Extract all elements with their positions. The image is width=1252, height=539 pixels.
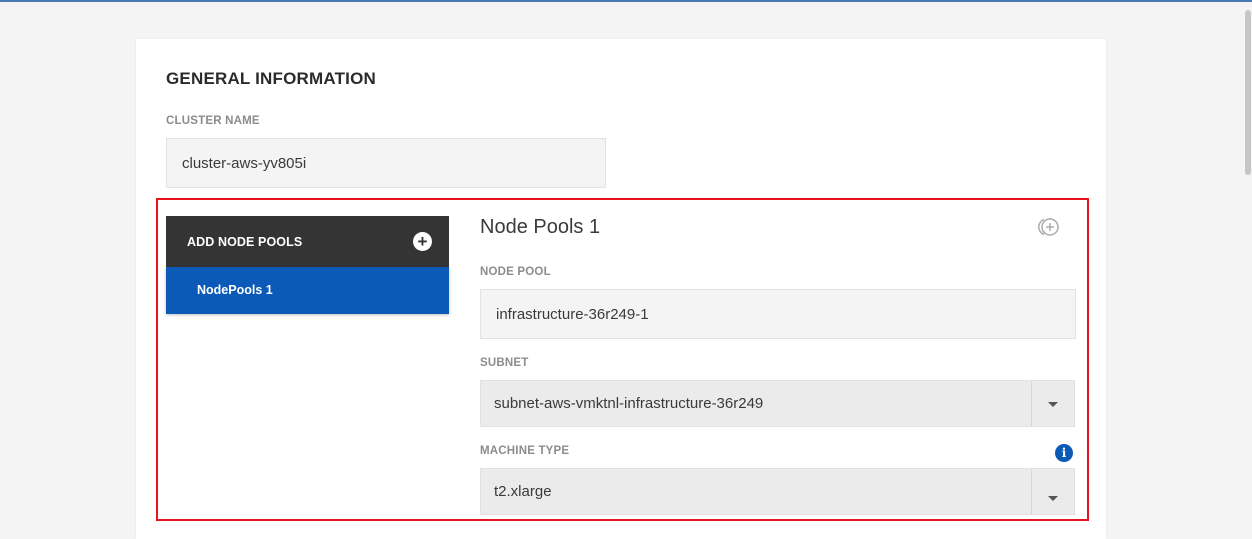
add-circle-outline-icon[interactable] bbox=[1036, 216, 1062, 238]
machine-type-label: MACHINE TYPE bbox=[480, 445, 570, 457]
subnet-select[interactable]: subnet-aws-vmktnl-infrastructure-36r249 bbox=[480, 380, 1075, 427]
chevron-down-icon[interactable] bbox=[1031, 381, 1074, 426]
machine-type-select[interactable]: t2.xlarge bbox=[480, 468, 1075, 515]
plus-circle-icon[interactable]: + bbox=[413, 232, 432, 251]
node-pool-item-label: NodePools 1 bbox=[197, 283, 273, 297]
cluster-name-label: CLUSTER NAME bbox=[166, 115, 260, 127]
cluster-name-input[interactable] bbox=[166, 138, 606, 188]
add-node-pools-label: ADD NODE POOLS bbox=[187, 235, 303, 249]
general-information-card: GENERAL INFORMATION CLUSTER NAME ADD NOD… bbox=[136, 39, 1106, 539]
node-pool-label: NODE POOL bbox=[480, 266, 551, 278]
node-pool-input[interactable] bbox=[480, 289, 1076, 339]
node-pool-item[interactable]: NodePools 1 bbox=[166, 267, 449, 314]
machine-type-select-value: t2.xlarge bbox=[494, 483, 552, 500]
subnet-select-value: subnet-aws-vmktnl-infrastructure-36r249 bbox=[494, 395, 764, 412]
top-accent-bar bbox=[0, 0, 1252, 2]
scrollbar-thumb[interactable] bbox=[1245, 10, 1251, 175]
info-icon[interactable]: i bbox=[1055, 444, 1073, 462]
section-title: GENERAL INFORMATION bbox=[166, 69, 376, 88]
subnet-label: SUBNET bbox=[480, 357, 529, 369]
chevron-down-icon[interactable] bbox=[1031, 469, 1074, 514]
node-pool-title: Node Pools 1 bbox=[480, 216, 601, 238]
add-node-pools-button[interactable]: ADD NODE POOLS + bbox=[166, 216, 449, 267]
